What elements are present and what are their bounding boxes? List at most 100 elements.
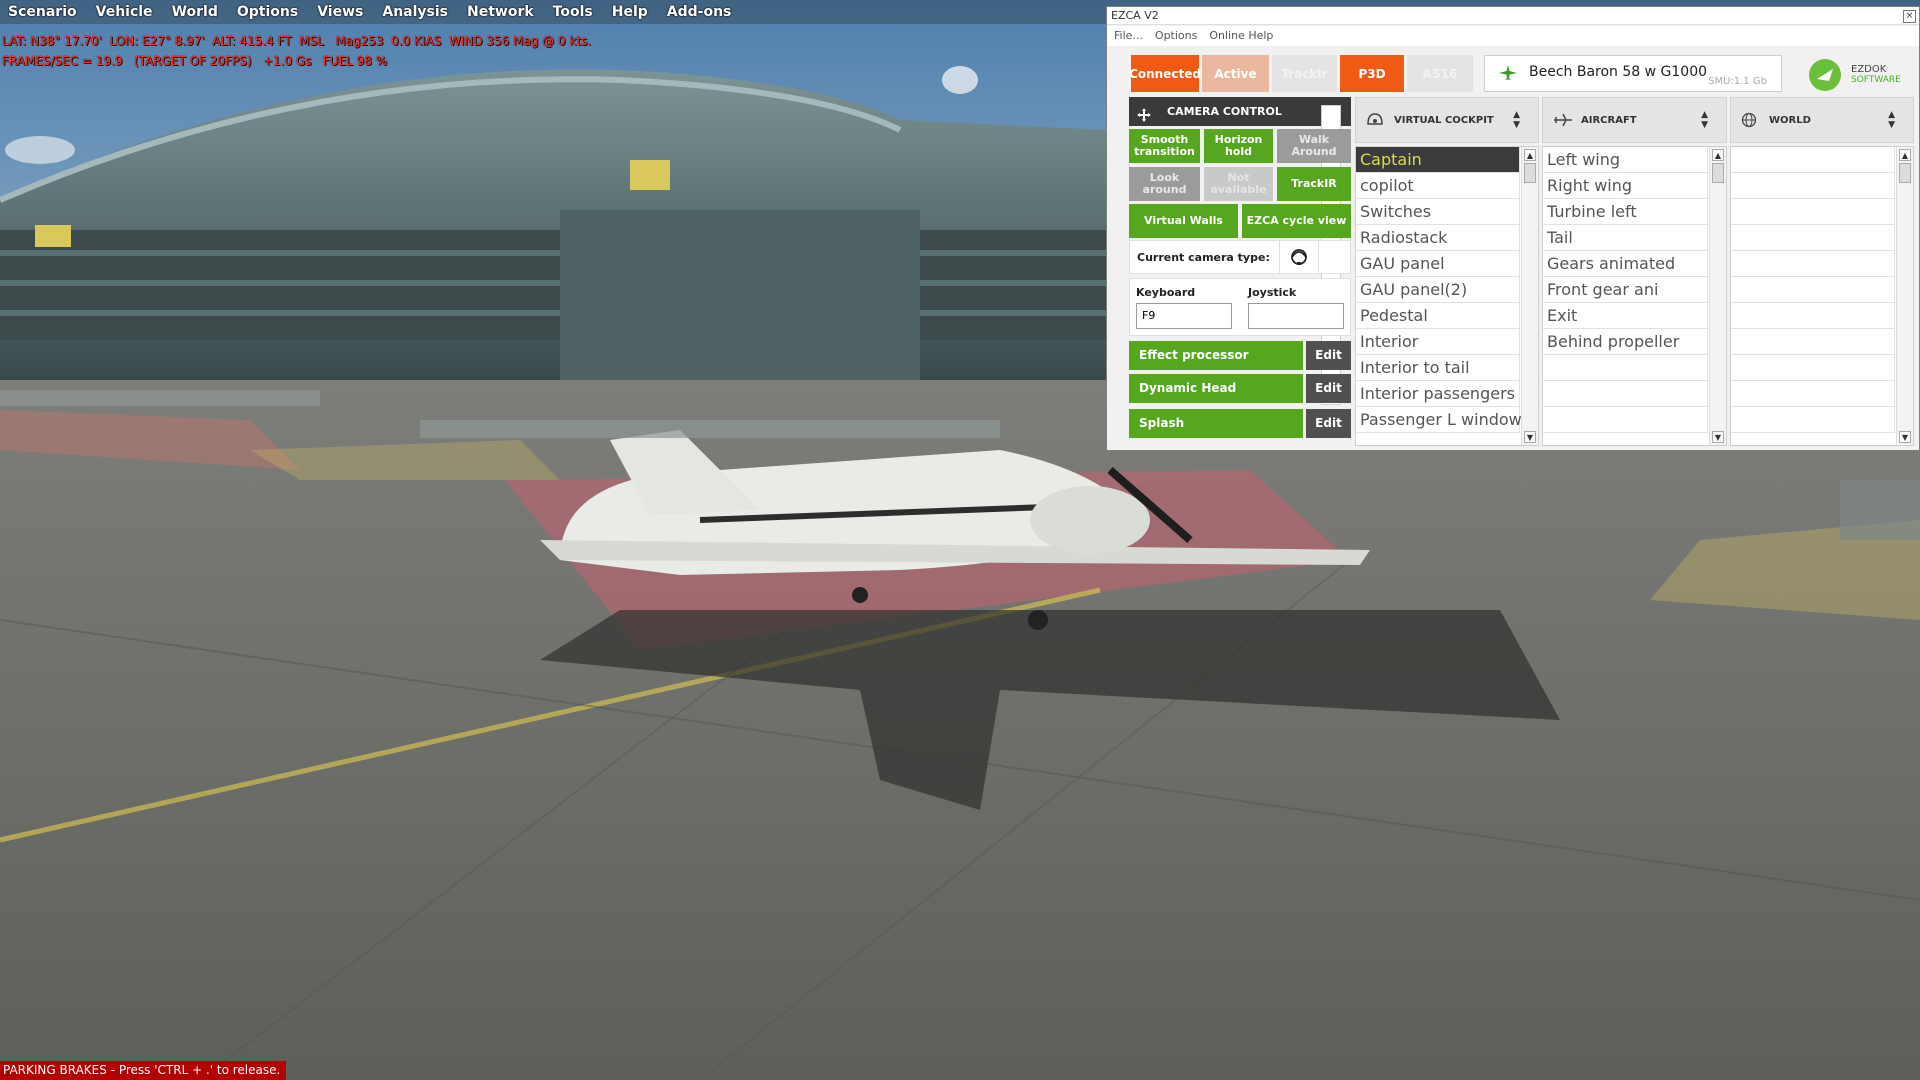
scrollbar-thumb[interactable] [1712, 163, 1724, 183]
dynamic-head-movement-toggle[interactable]: Dynamic Head Movement [1129, 374, 1303, 424]
scroll-down-icon[interactable]: ▼ [1524, 431, 1536, 443]
effect-processor-toggle[interactable]: Effect processor [1129, 341, 1303, 370]
virtual-walls-button[interactable]: Virtual Walls [1129, 204, 1238, 238]
menu-network[interactable]: Network [458, 4, 544, 20]
effect-processor-edit-button[interactable]: Edit [1306, 341, 1351, 370]
list-item [1731, 199, 1895, 225]
menu-world[interactable]: World [163, 4, 228, 20]
list-item[interactable]: copilot [1356, 173, 1520, 199]
effect-processor-row: Effect processor Edit [1129, 341, 1351, 370]
virtual-cockpit-title: VIRTUAL COCKPIT [1394, 115, 1494, 126]
virtual-cockpit-header[interactable]: VIRTUAL COCKPIT ▲ ▼ [1355, 97, 1539, 143]
menu-options[interactable]: Options [228, 4, 308, 20]
world-header[interactable]: WORLD ▲ ▼ [1730, 97, 1914, 143]
list-item[interactable]: Gears animated [1543, 251, 1708, 277]
current-camera-type: Current camera type: [1129, 240, 1351, 274]
close-icon[interactable]: × [1903, 10, 1916, 23]
scroll-down-icon[interactable]: ▼ [1899, 431, 1911, 443]
list-item[interactable]: Front gear ani [1543, 277, 1708, 303]
splash-edit-button[interactable]: Edit [1306, 409, 1351, 438]
trackir-button[interactable]: TrackIR [1277, 167, 1351, 201]
smooth-transition-button[interactable]: Smooth transition [1129, 129, 1200, 163]
active-button[interactable]: Active [1202, 55, 1269, 92]
ezca-cycle-view-button[interactable]: EZCA cycle view [1242, 204, 1351, 238]
smu-readout: SMU:1.1 Gb [1708, 76, 1767, 87]
list-item[interactable]: GAU panel [1356, 251, 1520, 277]
list-item[interactable]: GAU panel(2) [1356, 277, 1520, 303]
list-item[interactable]: Switches [1356, 199, 1520, 225]
as16-button[interactable]: AS16 [1407, 55, 1473, 92]
aircraft-name: Beech Baron 58 w G1000 [1529, 64, 1708, 80]
list-item[interactable]: Behind propeller [1543, 329, 1708, 355]
connected-button[interactable]: Connected [1129, 55, 1201, 92]
keyboard-binding-field[interactable]: F9 [1136, 303, 1232, 329]
sort-arrows-icon[interactable]: ▲ ▼ [1701, 110, 1708, 130]
scroll-down-icon[interactable]: ▼ [1712, 431, 1724, 443]
ezca-menu-online-help[interactable]: Online Help [1203, 26, 1279, 46]
list-item[interactable]: Interior passengers [1356, 381, 1520, 407]
hud-position-readout: LAT: N38° 17.70' LON: E27° 8.97' ALT: 41… [2, 34, 592, 48]
list-item[interactable]: Right wing [1543, 173, 1708, 199]
list-item[interactable]: Radiostack [1356, 225, 1520, 251]
sort-arrows-icon[interactable]: ▲ ▼ [1513, 110, 1520, 130]
ezca-title: EZCA V2 [1111, 9, 1159, 22]
scrollbar[interactable]: ▲ ▼ [1521, 147, 1538, 445]
scroll-up-icon[interactable]: ▲ [1524, 149, 1536, 161]
list-item [1731, 355, 1895, 381]
list-item[interactable]: Interior to tail [1356, 355, 1520, 381]
list-item[interactable]: Pedestal [1356, 303, 1520, 329]
scrollbar[interactable]: ▲ ▼ [1896, 147, 1913, 445]
joystick-binding-field[interactable] [1248, 303, 1344, 329]
ezca-menu-file[interactable]: File... [1107, 26, 1149, 46]
list-item [1731, 147, 1895, 173]
look-around-button[interactable]: Look around [1129, 167, 1200, 201]
dynamic-head-movement-edit-button[interactable]: Edit [1306, 374, 1351, 403]
globe-icon [1741, 112, 1757, 131]
splash-row: Splash Edit [1129, 409, 1351, 438]
camera-control-header: CAMERA CONTROL [1129, 97, 1351, 405]
sort-arrows-icon[interactable]: ▲ ▼ [1888, 110, 1895, 130]
hud-performance-readout: FRAMES/SEC = 19.9 (TARGET OF 20FPS) +1.0… [2, 54, 388, 68]
menu-tools[interactable]: Tools [544, 4, 603, 20]
list-item[interactable]: Tail [1543, 225, 1708, 251]
list-item[interactable]: Passenger L window [1356, 407, 1522, 433]
virtual-cockpit-list: Captain copilot Switches Radiostack GAU … [1355, 146, 1539, 446]
list-item [1543, 355, 1708, 381]
list-item[interactable]: Left wing [1543, 147, 1708, 173]
list-item[interactable]: Exit [1543, 303, 1708, 329]
list-item [1731, 225, 1895, 251]
trackir-status-button[interactable]: TrackIr [1272, 55, 1337, 92]
aircraft-selector[interactable]: Beech Baron 58 w G1000 SMU:1.1 Gb [1484, 55, 1782, 92]
menu-analysis[interactable]: Analysis [373, 4, 458, 20]
disabled-option-button[interactable]: Not available [1204, 167, 1273, 201]
cockpit-icon [1366, 112, 1384, 129]
scrollbar-thumb[interactable] [1524, 163, 1536, 183]
walk-around-button[interactable]: Walk Around [1277, 129, 1351, 163]
scroll-up-icon[interactable]: ▲ [1712, 149, 1724, 161]
menu-help[interactable]: Help [603, 4, 658, 20]
world-list: ▲ ▼ [1730, 146, 1914, 446]
menu-scenario[interactable]: Scenario [0, 4, 87, 20]
aircraft-views-list: Left wing Right wing Turbine left Tail G… [1542, 146, 1727, 446]
scroll-up-icon[interactable]: ▲ [1899, 149, 1911, 161]
aircraft-views-header[interactable]: AIRCRAFT ▲ ▼ [1542, 97, 1727, 143]
list-item[interactable]: Interior [1356, 329, 1520, 355]
list-item[interactable]: Captain [1356, 147, 1520, 173]
world-title: WORLD [1769, 115, 1811, 126]
ezca-window: EZCA V2 × File... Options Online Help Co… [1106, 6, 1920, 451]
ezca-menu-options[interactable]: Options [1149, 26, 1203, 46]
menu-vehicle[interactable]: Vehicle [87, 4, 163, 20]
scrollbar-thumb[interactable] [1899, 163, 1911, 183]
list-item [1731, 251, 1895, 277]
horizon-hold-button[interactable]: Horizon hold [1204, 129, 1273, 163]
airplane-icon [1553, 112, 1573, 131]
ezca-title-bar[interactable]: EZCA V2 × [1107, 7, 1919, 25]
splash-toggle[interactable]: Splash [1129, 409, 1303, 438]
list-item[interactable]: Turbine left [1543, 199, 1708, 225]
menu-addons[interactable]: Add-ons [658, 4, 742, 20]
airplane-icon [1499, 65, 1517, 85]
menu-views[interactable]: Views [308, 4, 373, 20]
scrollbar[interactable]: ▲ ▼ [1709, 147, 1726, 445]
p3d-button[interactable]: P3D [1340, 55, 1404, 92]
current-camera-type-label: Current camera type: [1137, 251, 1270, 264]
